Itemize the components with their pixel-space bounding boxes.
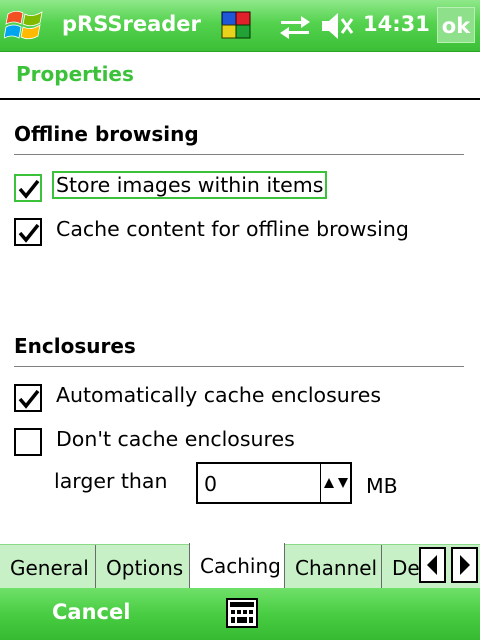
tab-strip: General Options Caching Channel De bbox=[0, 543, 480, 590]
clock[interactable]: 14:31 bbox=[363, 12, 430, 36]
connectivity-icon[interactable] bbox=[220, 8, 254, 42]
section-divider bbox=[14, 154, 464, 155]
keyboard-icon[interactable] bbox=[226, 598, 258, 628]
cancel-button[interactable]: Cancel bbox=[52, 600, 130, 624]
larger-than-label: larger than bbox=[54, 469, 168, 493]
store-images-checkbox[interactable] bbox=[14, 174, 42, 202]
page-title: Properties bbox=[16, 62, 134, 86]
size-value[interactable]: 0 bbox=[204, 472, 217, 496]
header-divider bbox=[0, 98, 480, 100]
section-divider bbox=[14, 366, 464, 367]
arrow-down-icon[interactable] bbox=[337, 476, 349, 490]
volume-icon[interactable] bbox=[320, 11, 354, 41]
store-images-label[interactable]: Store images within items bbox=[51, 171, 328, 199]
app-title: pRSSreader bbox=[62, 12, 201, 36]
section-title-enclosures: Enclosures bbox=[14, 334, 136, 358]
tab-channel[interactable]: Channel bbox=[285, 545, 382, 588]
windows-start-icon[interactable] bbox=[4, 6, 46, 46]
checkmark-icon bbox=[18, 389, 40, 409]
tab-scroll-right-button[interactable] bbox=[451, 547, 478, 583]
arrow-up-icon[interactable] bbox=[323, 476, 335, 490]
size-input[interactable]: 0 bbox=[196, 462, 352, 504]
tab-partial[interactable]: De bbox=[382, 545, 422, 588]
unit-label: MB bbox=[366, 474, 398, 498]
auto-cache-checkbox[interactable] bbox=[14, 384, 42, 412]
cache-content-label[interactable]: Cache content for offline browsing bbox=[54, 217, 411, 241]
checkmark-icon bbox=[18, 223, 40, 243]
tab-scroll-left-button[interactable] bbox=[419, 547, 446, 583]
tab-options[interactable]: Options bbox=[96, 545, 190, 588]
dont-cache-checkbox[interactable] bbox=[14, 428, 42, 456]
section-title-offline: Offline browsing bbox=[14, 122, 199, 146]
ok-button[interactable]: ok bbox=[437, 7, 475, 43]
dont-cache-label[interactable]: Don't cache enclosures bbox=[54, 427, 297, 451]
sync-icon[interactable] bbox=[279, 13, 311, 39]
size-spinner[interactable] bbox=[320, 464, 351, 502]
arrow-right-icon bbox=[460, 555, 470, 575]
checkmark-icon bbox=[18, 179, 40, 199]
title-bar: pRSSreader 14:31 ok bbox=[0, 0, 480, 52]
auto-cache-label[interactable]: Automatically cache enclosures bbox=[54, 383, 383, 407]
tab-general[interactable]: General bbox=[0, 545, 96, 588]
menu-bar: Cancel bbox=[0, 588, 480, 640]
cache-content-checkbox[interactable] bbox=[14, 218, 42, 246]
tab-caching[interactable]: Caching bbox=[189, 543, 285, 590]
arrow-left-icon bbox=[427, 555, 437, 575]
